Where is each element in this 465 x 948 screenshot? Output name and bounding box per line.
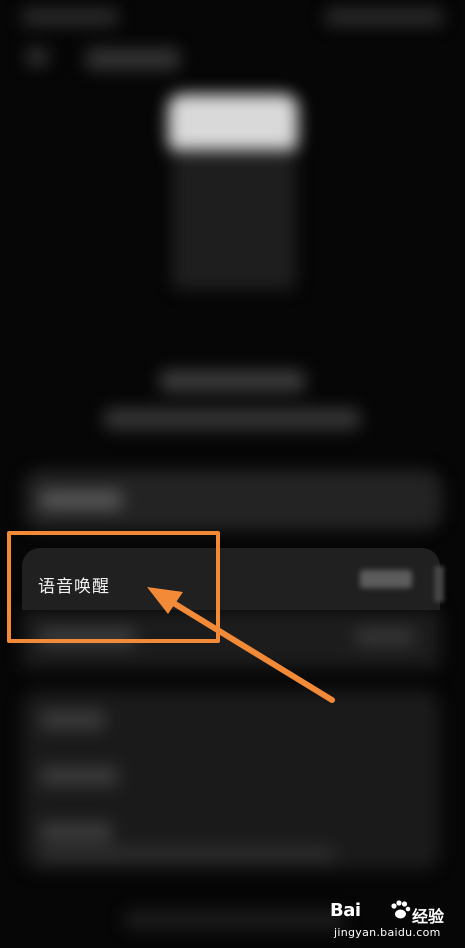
baidu-jingyan-watermark: Bai 经验 jingyan.baidu.com [330,898,462,946]
watermark-brand: Bai [330,900,361,921]
settings-screen: 语音唤醒 Bai 经验 jingyan.baidu.com [0,0,465,948]
paw-icon [391,900,411,919]
description-line-2 [104,408,360,430]
status-bar-left [22,8,118,26]
status-bar-right [325,8,443,26]
watermark-url: jingyan.baidu.com [334,926,441,939]
page-title [86,48,180,70]
back-icon[interactable] [26,48,48,66]
settings-row-second-value [356,628,414,646]
watermark-suffix: 经验 [412,907,445,926]
highlight-box [7,531,220,643]
voice-wake-status [360,570,412,588]
device-illustration-screen [168,94,298,154]
lower-item-3-description [40,846,335,862]
bottom-navigation [124,910,344,930]
description-line-1 [160,370,305,392]
lower-item-1[interactable] [40,710,105,730]
lower-item-2[interactable] [40,766,118,786]
chevron-right-icon [434,566,444,602]
lower-item-3[interactable] [40,822,112,842]
device-illustration-body [172,150,296,290]
settings-card-top-label [40,490,122,510]
